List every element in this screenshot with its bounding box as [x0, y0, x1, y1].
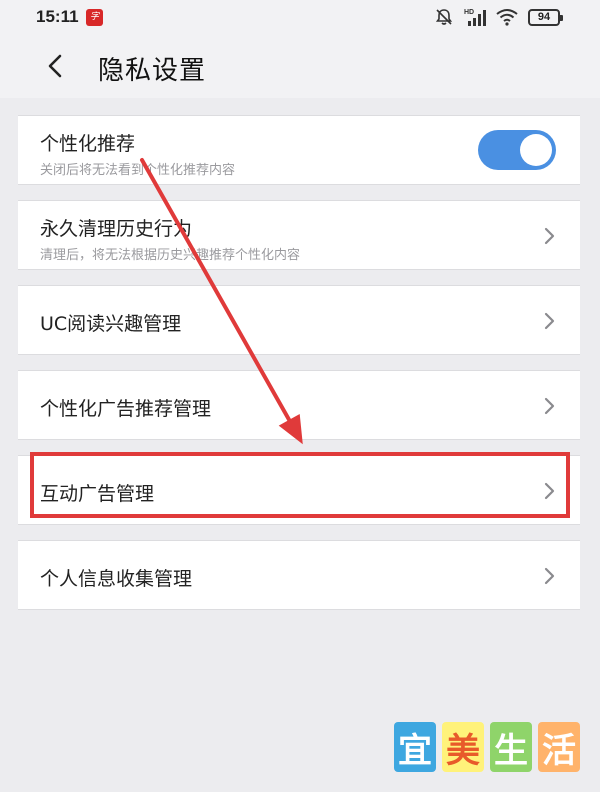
setting-clear-history[interactable]: 永久清理历史行为 清理后，将无法根据历史兴趣推荐个性化内容	[18, 200, 580, 270]
status-icons: HD 94	[434, 6, 563, 28]
setting-ad-recommend[interactable]: 个性化广告推荐管理	[18, 370, 580, 440]
back-button[interactable]	[36, 46, 76, 86]
setting-title: 个性化广告推荐管理	[40, 398, 212, 420]
watermark-char: 美	[442, 722, 484, 772]
toggle-knob	[520, 134, 552, 166]
chevron-left-icon	[48, 54, 62, 78]
chevron-right-icon	[544, 227, 555, 245]
signal-icon: HD	[464, 9, 486, 26]
app-badge-icon: 字	[86, 9, 103, 26]
bell-muted-icon	[435, 9, 453, 25]
battery-icon: 94	[528, 8, 563, 26]
watermark-char: 生	[490, 722, 532, 772]
wifi-icon	[496, 9, 518, 26]
setting-subtitle: 关闭后将无法看到个性化推荐内容	[40, 163, 236, 178]
personalized-recommend-toggle[interactable]	[478, 130, 556, 170]
chevron-right-icon	[544, 567, 555, 585]
watermark-char: 活	[538, 722, 580, 772]
setting-subtitle: 清理后，将无法根据历史兴趣推荐个性化内容	[40, 248, 301, 263]
setting-title: 个人信息收集管理	[40, 568, 193, 590]
setting-uc-interest[interactable]: UC阅读兴趣管理	[18, 285, 580, 355]
chevron-right-icon	[544, 312, 555, 330]
page-title: 隐私设置	[98, 56, 207, 86]
status-time: 15:11	[36, 7, 79, 26]
chevron-right-icon	[544, 397, 555, 415]
annotation-highlight-box	[30, 452, 570, 518]
setting-title: UC阅读兴趣管理	[40, 313, 182, 335]
setting-personalized-recommend: 个性化推荐 关闭后将无法看到个性化推荐内容	[18, 115, 580, 185]
status-bar: 15:11 字 HD 94	[0, 0, 600, 34]
svg-text:HD: HD	[464, 9, 474, 16]
header: 隐私设置	[0, 34, 600, 98]
setting-title: 个性化推荐	[40, 133, 136, 155]
setting-title: 永久清理历史行为	[40, 218, 193, 240]
watermark-logo: 宜 美 生 活	[394, 722, 580, 772]
watermark-char: 宜	[394, 722, 436, 772]
setting-personal-info[interactable]: 个人信息收集管理	[18, 540, 580, 610]
